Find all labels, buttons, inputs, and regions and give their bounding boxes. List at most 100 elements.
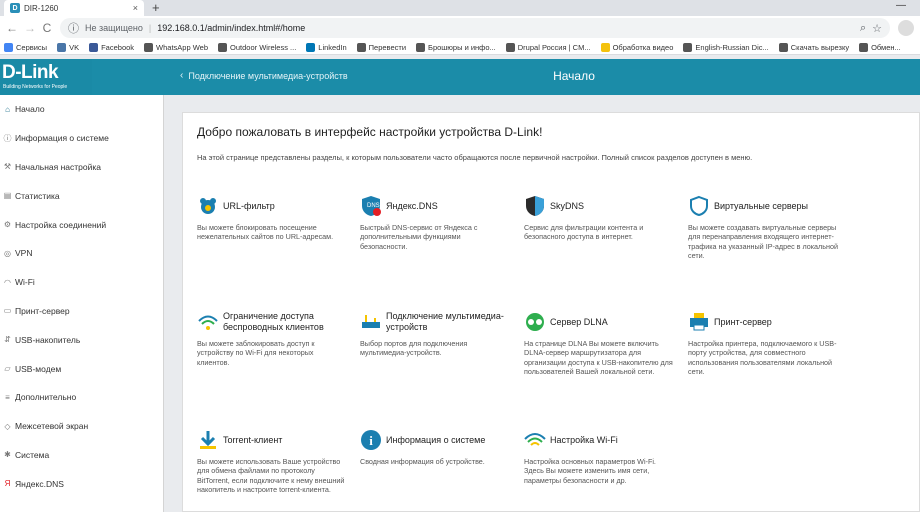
sidebar-item[interactable]: ⓘ Информация о системе (0, 124, 163, 153)
skydns-icon (524, 195, 546, 217)
sidebar-item[interactable]: ✱ Система (0, 441, 163, 470)
bookmark-item[interactable]: Сервисы (4, 42, 47, 52)
feature-tile-header[interactable]: Torrent-клиент (197, 427, 347, 453)
feature-tile-title[interactable]: Яндекс.DNS (386, 201, 438, 212)
info-icon: ⓘ (3, 133, 12, 143)
feature-tile-title[interactable]: Сервер DLNA (550, 317, 608, 328)
url-text[interactable]: 192.168.0.1/admin/index.html#/home (157, 23, 305, 33)
bookmark-label: Drupal Россия | CM... (517, 42, 591, 52)
browser-toolbar: ← → C ⓘ Не защищено | 192.168.0.1/admin/… (0, 16, 920, 40)
feature-tile[interactable]: Torrent-клиент Вы можете использовать Ваш… (197, 427, 347, 495)
sidebar-item[interactable]: ◎ VPN (0, 239, 163, 268)
feature-tile-header[interactable]: Подключение мультимедиа-устройств (360, 309, 510, 335)
feature-tile[interactable]: Ограничение доступа беспроводных клиенто… (197, 309, 347, 367)
browser-tab[interactable]: D DIR-1260 × (4, 0, 144, 16)
wifi-restrict-icon (197, 311, 219, 333)
sidebar-item-label: VPN (15, 248, 33, 259)
bookmark-item[interactable]: Перевести (356, 42, 406, 52)
feature-tile[interactable]: DNS Яндекс.DNS Быстрый DNS-сервис от Яндек… (360, 193, 510, 251)
forward-button[interactable]: → (24, 21, 36, 35)
sidebar-item[interactable]: ⌂ Начало (0, 95, 163, 124)
sidebar-item[interactable]: ◇ Межсетевой экран (0, 412, 163, 441)
close-tab-icon[interactable]: × (133, 3, 138, 13)
feature-tile-header[interactable]: Принт-сервер (688, 309, 838, 335)
feature-tile-header[interactable]: Виртуальные серверы (688, 193, 838, 219)
bookmark-favicon-icon (683, 42, 693, 52)
feature-tile-title[interactable]: Ограничение доступа беспроводных клиенто… (223, 311, 347, 333)
wrench-icon: ⚒ (3, 162, 12, 172)
feature-tile[interactable]: Настройка Wi-Fi Настройка основных параме… (524, 427, 674, 485)
bookmark-item[interactable]: LinkedIn (306, 42, 347, 52)
bookmark-item[interactable]: WhatsApp Web (144, 42, 208, 52)
welcome-heading: Добро пожаловать в интерфейс настройки у… (197, 125, 543, 139)
bookmark-item[interactable]: VK (57, 42, 79, 52)
bookmark-favicon-icon (4, 42, 13, 52)
sidebar-item[interactable]: ◠ Wi-Fi (0, 268, 163, 297)
sidebar-item-label: Статистика (15, 190, 60, 201)
feature-tile-title[interactable]: Подключение мультимедиа-устройств (386, 311, 510, 333)
back-button[interactable]: ← (6, 21, 18, 35)
bookmark-label: Скачать вырезку (790, 42, 850, 52)
address-bar[interactable]: ⓘ Не защищено | 192.168.0.1/admin/index.… (60, 18, 890, 38)
info-icon-text: i (369, 433, 373, 448)
sidebar-item[interactable]: ⚙ Настройка соединений (0, 210, 163, 239)
welcome-intro: На этой странице представлены разделы, к… (197, 153, 753, 162)
feature-tile[interactable]: i Информация о системе Сводная информация … (360, 427, 510, 466)
bookmark-item[interactable]: Скачать вырезку (778, 42, 850, 52)
sidebar-item[interactable]: ⇵ USB-накопитель (0, 325, 163, 354)
profile-avatar[interactable] (898, 20, 914, 36)
bookmark-item[interactable]: Outdoor Wireless ... (218, 42, 296, 52)
feature-tile[interactable]: Виртуальные серверы Вы можете создавать в… (688, 193, 838, 261)
feature-tile[interactable]: SkyDNS Сервис для фильтрации контента и б… (524, 193, 674, 242)
feature-tile-header[interactable]: Ограничение доступа беспроводных клиенто… (197, 309, 347, 335)
window-minimize-button[interactable]: — (896, 0, 906, 11)
feature-tile-header[interactable]: Настройка Wi-Fi (524, 427, 674, 453)
zoom-icon[interactable]: ⌕ (860, 22, 866, 35)
feature-tile-header[interactable]: Сервер DLNA (524, 309, 674, 335)
feature-tile[interactable]: URL-фильтр Вы можете блокировать посещени… (197, 193, 347, 242)
warning-icon[interactable]: ⓘ (68, 20, 79, 36)
sidebar-item[interactable]: ▱ USB-модем (0, 354, 163, 383)
bookmark-item[interactable]: Обмен... (859, 42, 901, 52)
feature-tile[interactable]: Подключение мультимедиа-устройств Выбор п… (360, 309, 510, 358)
feature-tile-header[interactable]: URL-фильтр (197, 193, 347, 219)
feature-tile-title[interactable]: Torrent-клиент (223, 435, 282, 446)
bookmark-item[interactable]: Обработка видео (600, 42, 673, 52)
feature-tile[interactable]: Сервер DLNA На странице DLNA Вы можете вк… (524, 309, 674, 377)
feature-tile-title[interactable]: Виртуальные серверы (714, 201, 808, 212)
feature-tile-description: Быстрый DNS-сервис от Яндекса с дополнит… (360, 223, 478, 251)
feature-tile-title[interactable]: Информация о системе (386, 435, 485, 446)
bookmarks-bar: Сервисы VK Facebook WhatsApp Web Outdoor Wir… (0, 40, 920, 55)
feature-tile-description: Сводная информация об устройстве. (360, 457, 485, 466)
gear-icon: ✱ (4, 450, 11, 460)
sidebar-item[interactable]: ≡ Дополнительно (0, 383, 163, 412)
sidebar-item-label: Система (15, 449, 50, 460)
feature-tile-title[interactable]: URL-фильтр (223, 201, 275, 212)
feature-tile[interactable]: Принт-сервер Настройка принтера, подключа… (688, 309, 838, 377)
security-label[interactable]: Не защищено (85, 23, 143, 33)
bookmark-favicon-icon (144, 42, 154, 52)
feature-tile-description: На странице DLNA Вы можете включить DLNA… (524, 339, 673, 377)
feature-tile-title[interactable]: SkyDNS (550, 201, 584, 212)
bookmark-item[interactable]: Брошюры и инфо... (416, 42, 496, 52)
yandex-icon: Я (4, 479, 11, 489)
sidebar-item-label: Яндекс.DNS (15, 478, 64, 489)
feature-tile-header[interactable]: DNS Яндекс.DNS (360, 193, 510, 219)
usb-icon: ⇵ (4, 335, 11, 345)
feature-tile-header[interactable]: SkyDNS (524, 193, 674, 219)
bookmark-item[interactable]: Facebook (89, 42, 134, 52)
feature-tile-title[interactable]: Принт-сервер (714, 317, 772, 328)
bookmark-item[interactable]: English-Russian Dic... (683, 42, 769, 52)
bookmark-item[interactable]: Drupal Россия | CM... (505, 42, 591, 52)
sidebar-item[interactable]: ⚒ Начальная настройка (0, 153, 163, 182)
reload-button[interactable]: C (42, 21, 52, 35)
bookmark-favicon-icon (218, 42, 228, 52)
bookmark-star-icon[interactable]: ☆ (872, 22, 882, 35)
sidebar-item[interactable]: ▤ Статистика (0, 181, 163, 210)
sidebar-item[interactable]: Я Яндекс.DNS (0, 469, 163, 498)
sidebar-item[interactable]: ▭ Принт-сервер (0, 297, 163, 326)
sidebar-item-label: Wi-Fi (15, 277, 35, 288)
new-tab-button[interactable]: + (152, 0, 160, 15)
feature-tile-header[interactable]: i Информация о системе (360, 427, 510, 453)
feature-tile-title[interactable]: Настройка Wi-Fi (550, 435, 618, 446)
